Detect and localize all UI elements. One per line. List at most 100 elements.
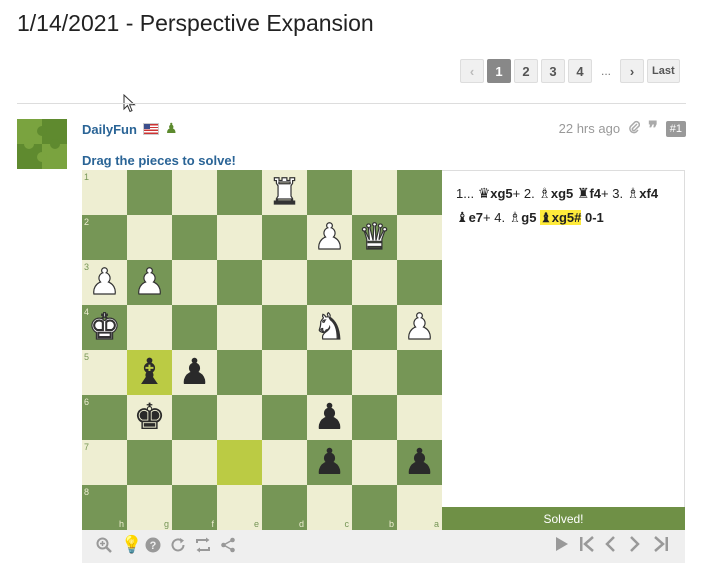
black-pawn-piece[interactable]: ♟ <box>313 444 345 481</box>
white-rook-piece[interactable]: ♜ <box>268 173 301 210</box>
board-square[interactable] <box>352 395 397 440</box>
flip-icon[interactable] <box>195 537 211 557</box>
board-square[interactable]: ♚ <box>127 395 172 440</box>
board-square[interactable] <box>172 305 217 350</box>
play-icon[interactable] <box>555 536 569 557</box>
board-square[interactable]: 5 <box>82 350 127 395</box>
move-text[interactable]: g5 <box>521 210 540 225</box>
board-square[interactable] <box>217 440 262 485</box>
board-square[interactable] <box>307 170 352 215</box>
board-square[interactable] <box>127 170 172 215</box>
board-square[interactable] <box>397 395 442 440</box>
black-pawn-piece[interactable]: ♟ <box>313 399 345 436</box>
board-square[interactable] <box>352 170 397 215</box>
board-square[interactable]: b <box>352 485 397 530</box>
reset-icon[interactable] <box>170 537 186 557</box>
page-3-button[interactable]: 3 <box>541 59 565 83</box>
last-page-button[interactable]: Last <box>647 59 680 83</box>
piece-figurine-icon[interactable]: ♗ <box>627 186 640 202</box>
quote-icon[interactable]: ❞ <box>648 118 658 139</box>
page-1-button[interactable]: 1 <box>487 59 511 83</box>
board-square[interactable]: 4 ♚ <box>82 305 127 350</box>
board-square[interactable] <box>262 440 307 485</box>
board-square[interactable]: 8h <box>82 485 127 530</box>
board-square[interactable]: ♟ <box>172 350 217 395</box>
white-knight-piece[interactable]: ♞ <box>313 308 346 345</box>
board-square[interactable] <box>262 305 307 350</box>
username-link[interactable]: DailyFun <box>82 122 137 137</box>
board-square[interactable] <box>217 260 262 305</box>
white-pawn-piece[interactable]: ♟ <box>88 263 121 300</box>
board-square[interactable] <box>352 260 397 305</box>
board-square[interactable]: ♟ <box>307 440 352 485</box>
board-square[interactable]: g <box>127 485 172 530</box>
help-icon[interactable]: ? <box>145 537 161 557</box>
post-number-badge[interactable]: #1 <box>665 120 686 137</box>
move-text[interactable]: ♝xg5# <box>540 210 582 225</box>
board-square[interactable] <box>217 170 262 215</box>
board-square[interactable]: ♝ <box>127 350 172 395</box>
prev-page-button[interactable]: ‹ <box>460 59 484 83</box>
piece-figurine-icon[interactable]: ♗ <box>509 210 522 226</box>
page-4-button[interactable]: 4 <box>568 59 592 83</box>
avatar[interactable] <box>17 119 67 169</box>
board-square[interactable] <box>352 305 397 350</box>
board-square[interactable] <box>217 350 262 395</box>
white-queen-piece[interactable]: ♛ <box>358 218 391 255</box>
board-square[interactable]: ♟ <box>397 440 442 485</box>
board-square[interactable] <box>307 350 352 395</box>
move-text[interactable]: f4 <box>589 186 601 201</box>
board-square[interactable] <box>262 350 307 395</box>
piece-figurine-icon[interactable]: ♗ <box>538 186 551 202</box>
move-text[interactable]: xf4 <box>639 186 658 201</box>
black-bishop-piece[interactable]: ♝ <box>133 354 165 391</box>
last-move-icon[interactable] <box>653 536 669 557</box>
board-square[interactable] <box>172 440 217 485</box>
white-king-piece[interactable]: ♚ <box>88 308 121 345</box>
piece-figurine-icon[interactable]: ♝ <box>456 210 469 226</box>
board-square[interactable]: ♟ <box>127 260 172 305</box>
board-square[interactable]: ♟ <box>307 395 352 440</box>
share-icon[interactable] <box>220 537 236 557</box>
board-square[interactable]: c <box>307 485 352 530</box>
board-square[interactable]: 7 <box>82 440 127 485</box>
piece-figurine-icon[interactable]: ♛ <box>478 186 491 202</box>
board-square[interactable] <box>397 170 442 215</box>
board-square[interactable]: f <box>172 485 217 530</box>
next-move-icon[interactable] <box>629 536 641 557</box>
board-square[interactable] <box>172 215 217 260</box>
board-square[interactable]: 6 <box>82 395 127 440</box>
next-page-button[interactable]: › <box>620 59 645 83</box>
move-text[interactable]: e7 <box>469 210 483 225</box>
board-square[interactable]: 2 <box>82 215 127 260</box>
board-square[interactable] <box>262 395 307 440</box>
board-square[interactable] <box>172 170 217 215</box>
white-pawn-piece[interactable]: ♟ <box>313 218 346 255</box>
prev-move-icon[interactable] <box>604 536 616 557</box>
chess-board[interactable]: 1 ♜ 2 ♟ ♛ 3 ♟ ♟ 4 ♚ ♞ ♟ 5 ♝ ♟ 6 ♚ ♟ 7 ♟ ♟ 8 h g f e d c b a <box>82 170 442 530</box>
board-square[interactable]: d <box>262 485 307 530</box>
board-square[interactable] <box>217 395 262 440</box>
board-square[interactable] <box>397 260 442 305</box>
board-square[interactable]: ♟ <box>307 215 352 260</box>
board-square[interactable]: ♟ <box>397 305 442 350</box>
board-square[interactable] <box>352 350 397 395</box>
black-king-piece[interactable]: ♚ <box>133 399 165 436</box>
board-square[interactable] <box>127 215 172 260</box>
board-square[interactable] <box>172 260 217 305</box>
board-square[interactable] <box>217 215 262 260</box>
black-pawn-piece[interactable]: ♟ <box>178 354 210 391</box>
hint-icon[interactable]: 💡 <box>121 535 142 555</box>
board-square[interactable] <box>307 260 352 305</box>
board-square[interactable]: ♜ <box>262 170 307 215</box>
move-text[interactable]: xg5 <box>490 186 512 201</box>
board-square[interactable] <box>172 395 217 440</box>
board-square[interactable]: 3 ♟ <box>82 260 127 305</box>
board-square[interactable] <box>397 215 442 260</box>
first-move-icon[interactable] <box>579 536 595 557</box>
board-square[interactable]: ♛ <box>352 215 397 260</box>
paperclip-icon[interactable] <box>628 120 641 138</box>
move-text[interactable]: 0-1 <box>581 210 604 225</box>
white-pawn-piece[interactable]: ♟ <box>403 308 436 345</box>
board-square[interactable] <box>127 305 172 350</box>
